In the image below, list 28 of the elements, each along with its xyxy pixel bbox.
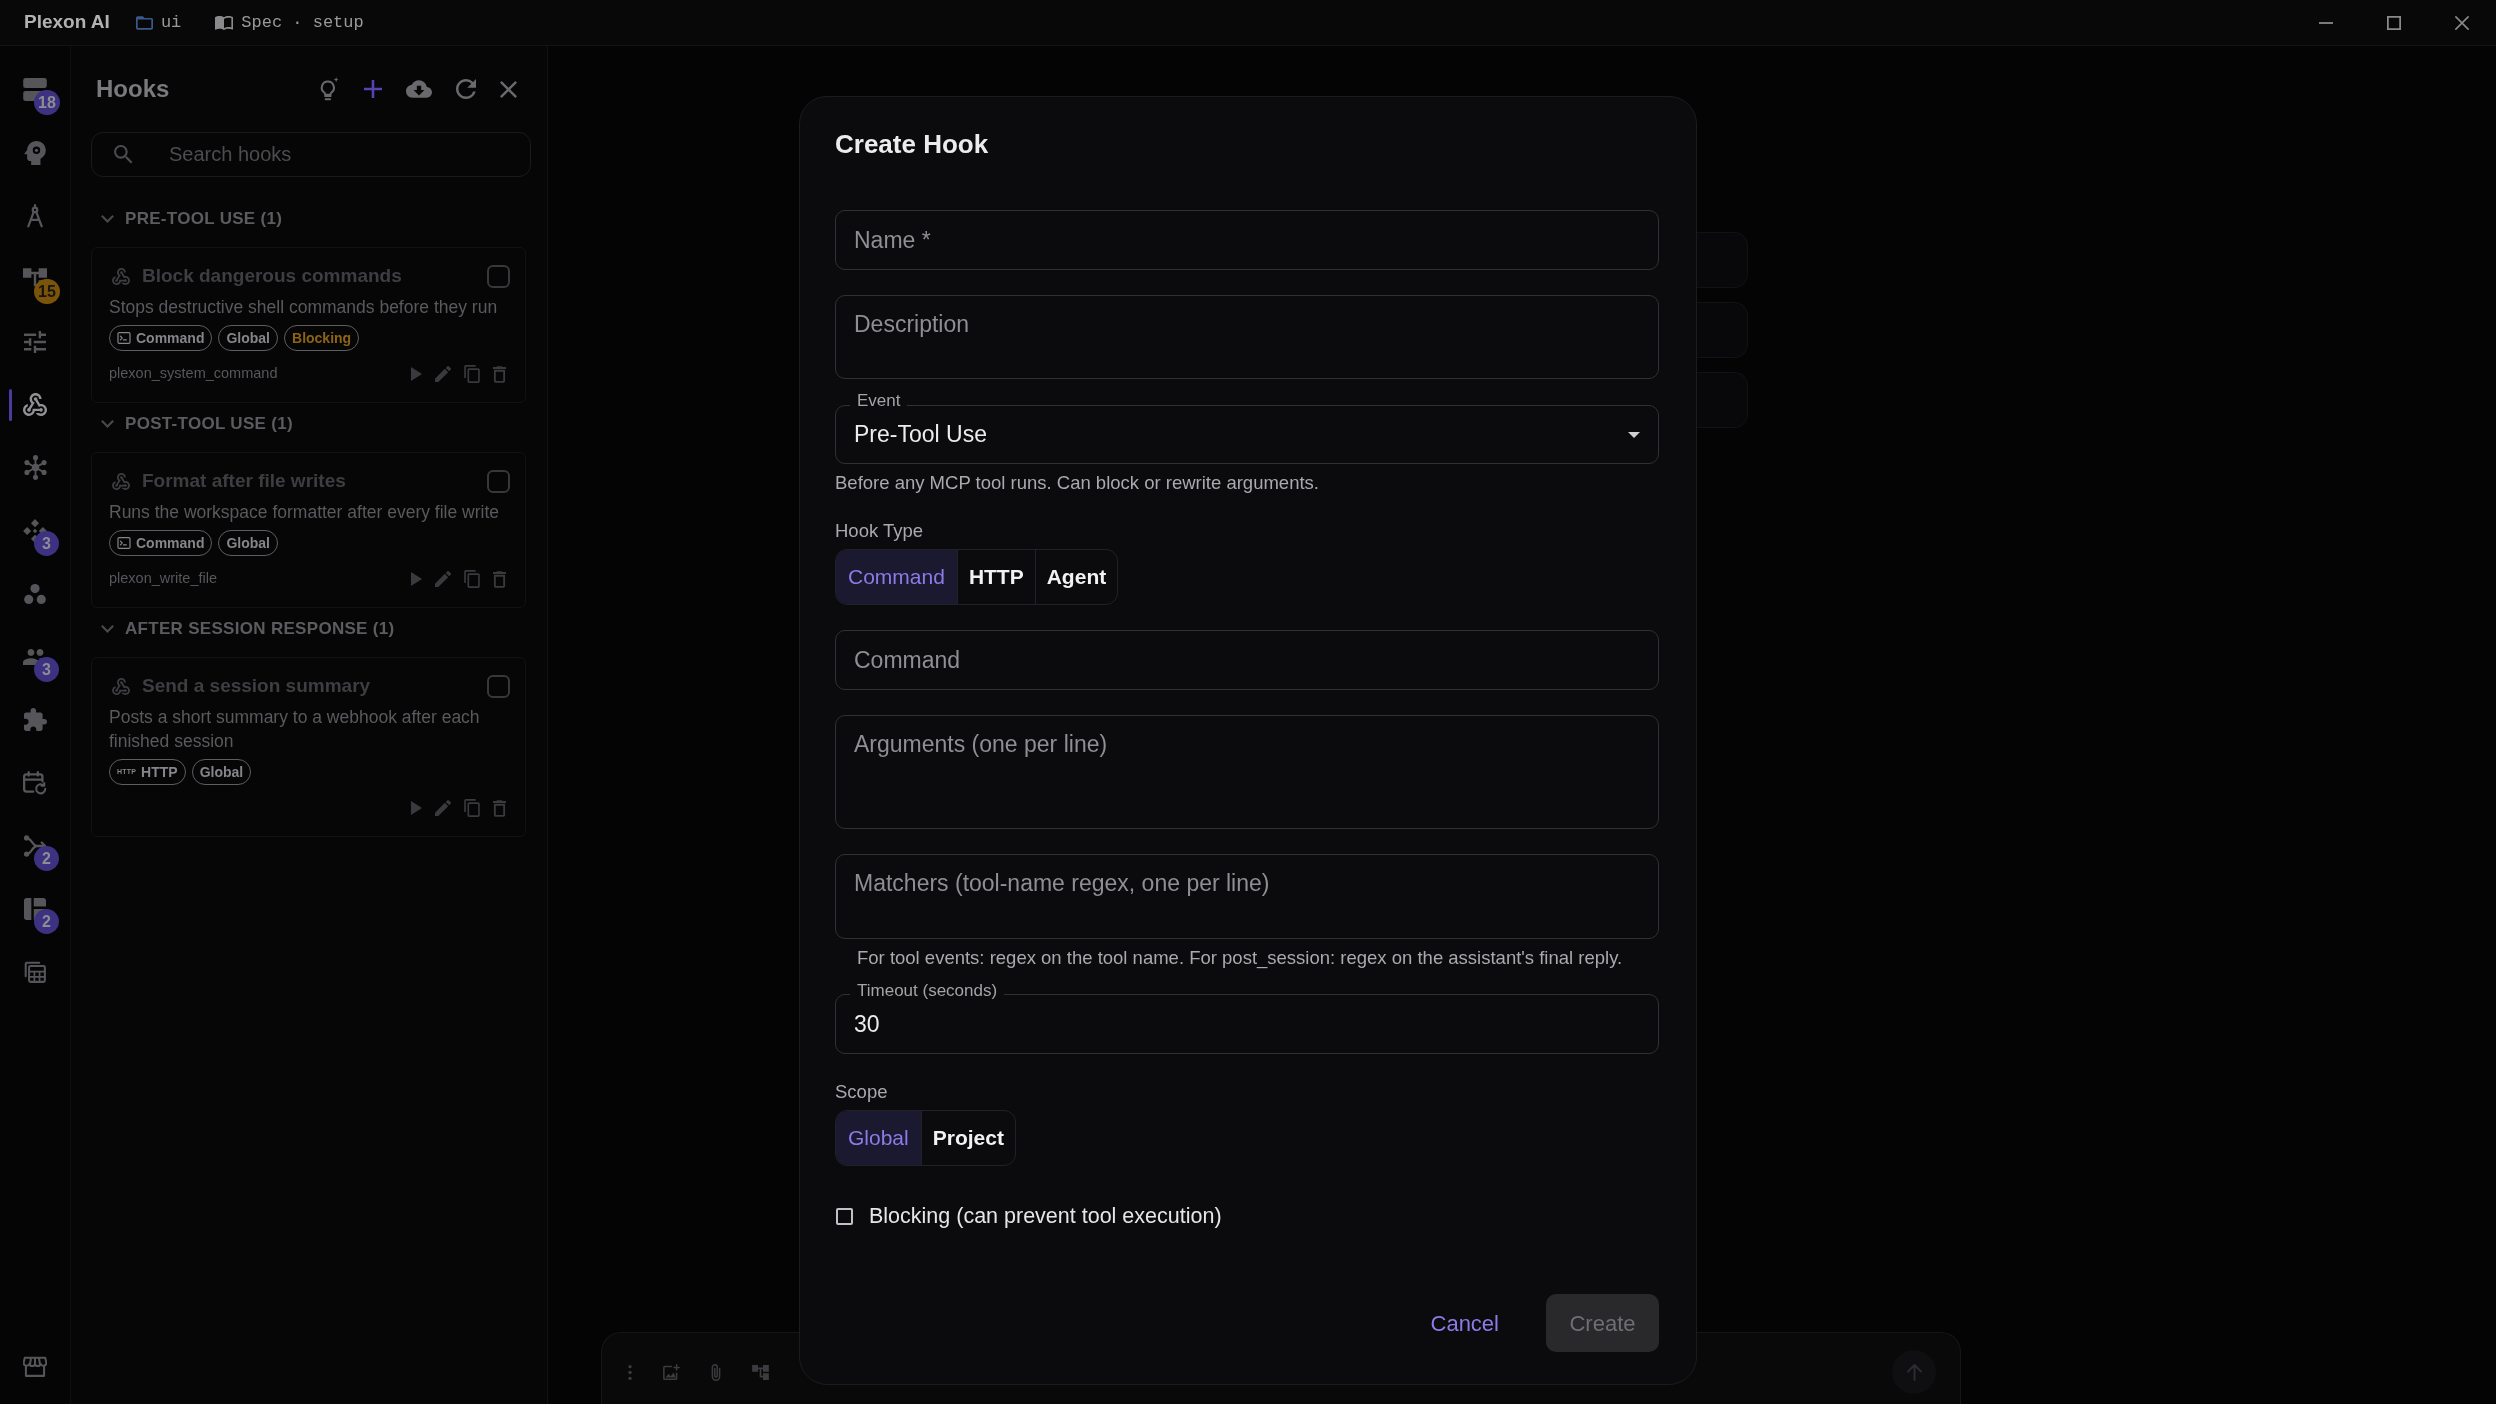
field-label: Timeout (seconds): [850, 981, 1005, 1001]
workspace-label: ui: [160, 11, 182, 34]
hook-description: Posts a short summary to a webhook after each finished session: [109, 706, 481, 753]
tag-label: HTTP: [141, 762, 178, 782]
group-label: Scope: [835, 1081, 888, 1102]
hook-title: Block dangerous commands: [142, 263, 402, 288]
hook-title: Send a session summary: [142, 673, 371, 698]
tool-name-label: plexon_system_command: [109, 364, 278, 384]
count-badge: 2: [34, 908, 59, 934]
count-badge: 18: [34, 89, 60, 115]
count-badge: 15: [34, 278, 60, 304]
document-label: Spec · setup: [241, 11, 364, 34]
count-badge: 3: [34, 530, 59, 556]
hook-description: Stops destructive shell commands before they run: [109, 296, 499, 319]
dialog-title: Create Hook: [835, 129, 989, 159]
hook-description: Runs the workspace formatter after every file write: [109, 501, 500, 524]
helper-text: Before any MCP tool runs. Can block or rewrite arguments.: [835, 472, 1319, 493]
tag-label: Command: [136, 533, 205, 553]
checkbox-label: Blocking (can prevent tool execution): [869, 1202, 1222, 1230]
hook-title: Format after file writes: [142, 468, 346, 493]
count-badge: 3: [34, 656, 59, 682]
app-name: Plexon AI: [24, 10, 110, 35]
panel-title: Hooks: [96, 74, 170, 104]
tool-name-label: plexon_write_file: [109, 569, 217, 589]
count-badge: 2: [34, 845, 59, 871]
group-label: Hook Type: [835, 520, 924, 541]
helper-text: For tool events: regex on the tool name. For post_session: regex on the assistant's final reply.: [857, 947, 1623, 968]
tag-label: Command: [136, 328, 205, 348]
